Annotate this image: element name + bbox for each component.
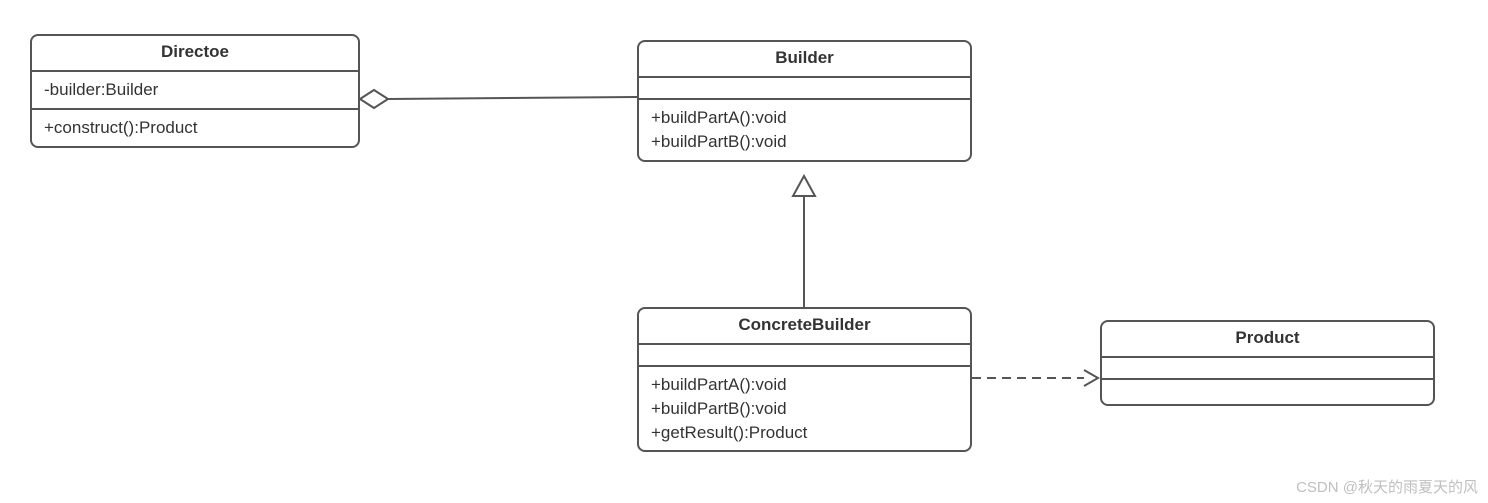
class-title: Builder	[639, 42, 970, 78]
attr-row: -builder:Builder	[44, 78, 346, 102]
op-row: +buildPartA():void	[651, 373, 958, 397]
class-attrs: -builder:Builder	[32, 72, 358, 110]
class-builder: Builder +buildPartA():void +buildPartB()…	[637, 40, 972, 162]
class-ops	[1102, 380, 1433, 404]
op-row: +buildPartB():void	[651, 130, 958, 154]
dependency-concrete-to-product	[972, 370, 1098, 386]
class-title: Directoe	[32, 36, 358, 72]
op-row: +buildPartB():void	[651, 397, 958, 421]
class-attrs	[639, 78, 970, 100]
class-concrete-builder: ConcreteBuilder +buildPartA():void +buil…	[637, 307, 972, 452]
op-row: +construct():Product	[44, 116, 346, 140]
class-attrs	[1102, 358, 1433, 380]
op-row: +buildPartA():void	[651, 106, 958, 130]
class-title: ConcreteBuilder	[639, 309, 970, 345]
op-row: +getResult():Product	[651, 421, 958, 445]
class-ops: +buildPartA():void +buildPartB():void +g…	[639, 367, 970, 450]
class-attrs	[639, 345, 970, 367]
generalization-concrete-to-builder	[793, 176, 815, 307]
aggregation-director-builder	[360, 90, 637, 108]
watermark: CSDN @秋天的雨夏天的风	[1296, 476, 1478, 497]
class-product: Product	[1100, 320, 1435, 406]
class-title: Product	[1102, 322, 1433, 358]
class-ops: +construct():Product	[32, 110, 358, 146]
class-ops: +buildPartA():void +buildPartB():void	[639, 100, 970, 160]
class-director: Directoe -builder:Builder +construct():P…	[30, 34, 360, 148]
